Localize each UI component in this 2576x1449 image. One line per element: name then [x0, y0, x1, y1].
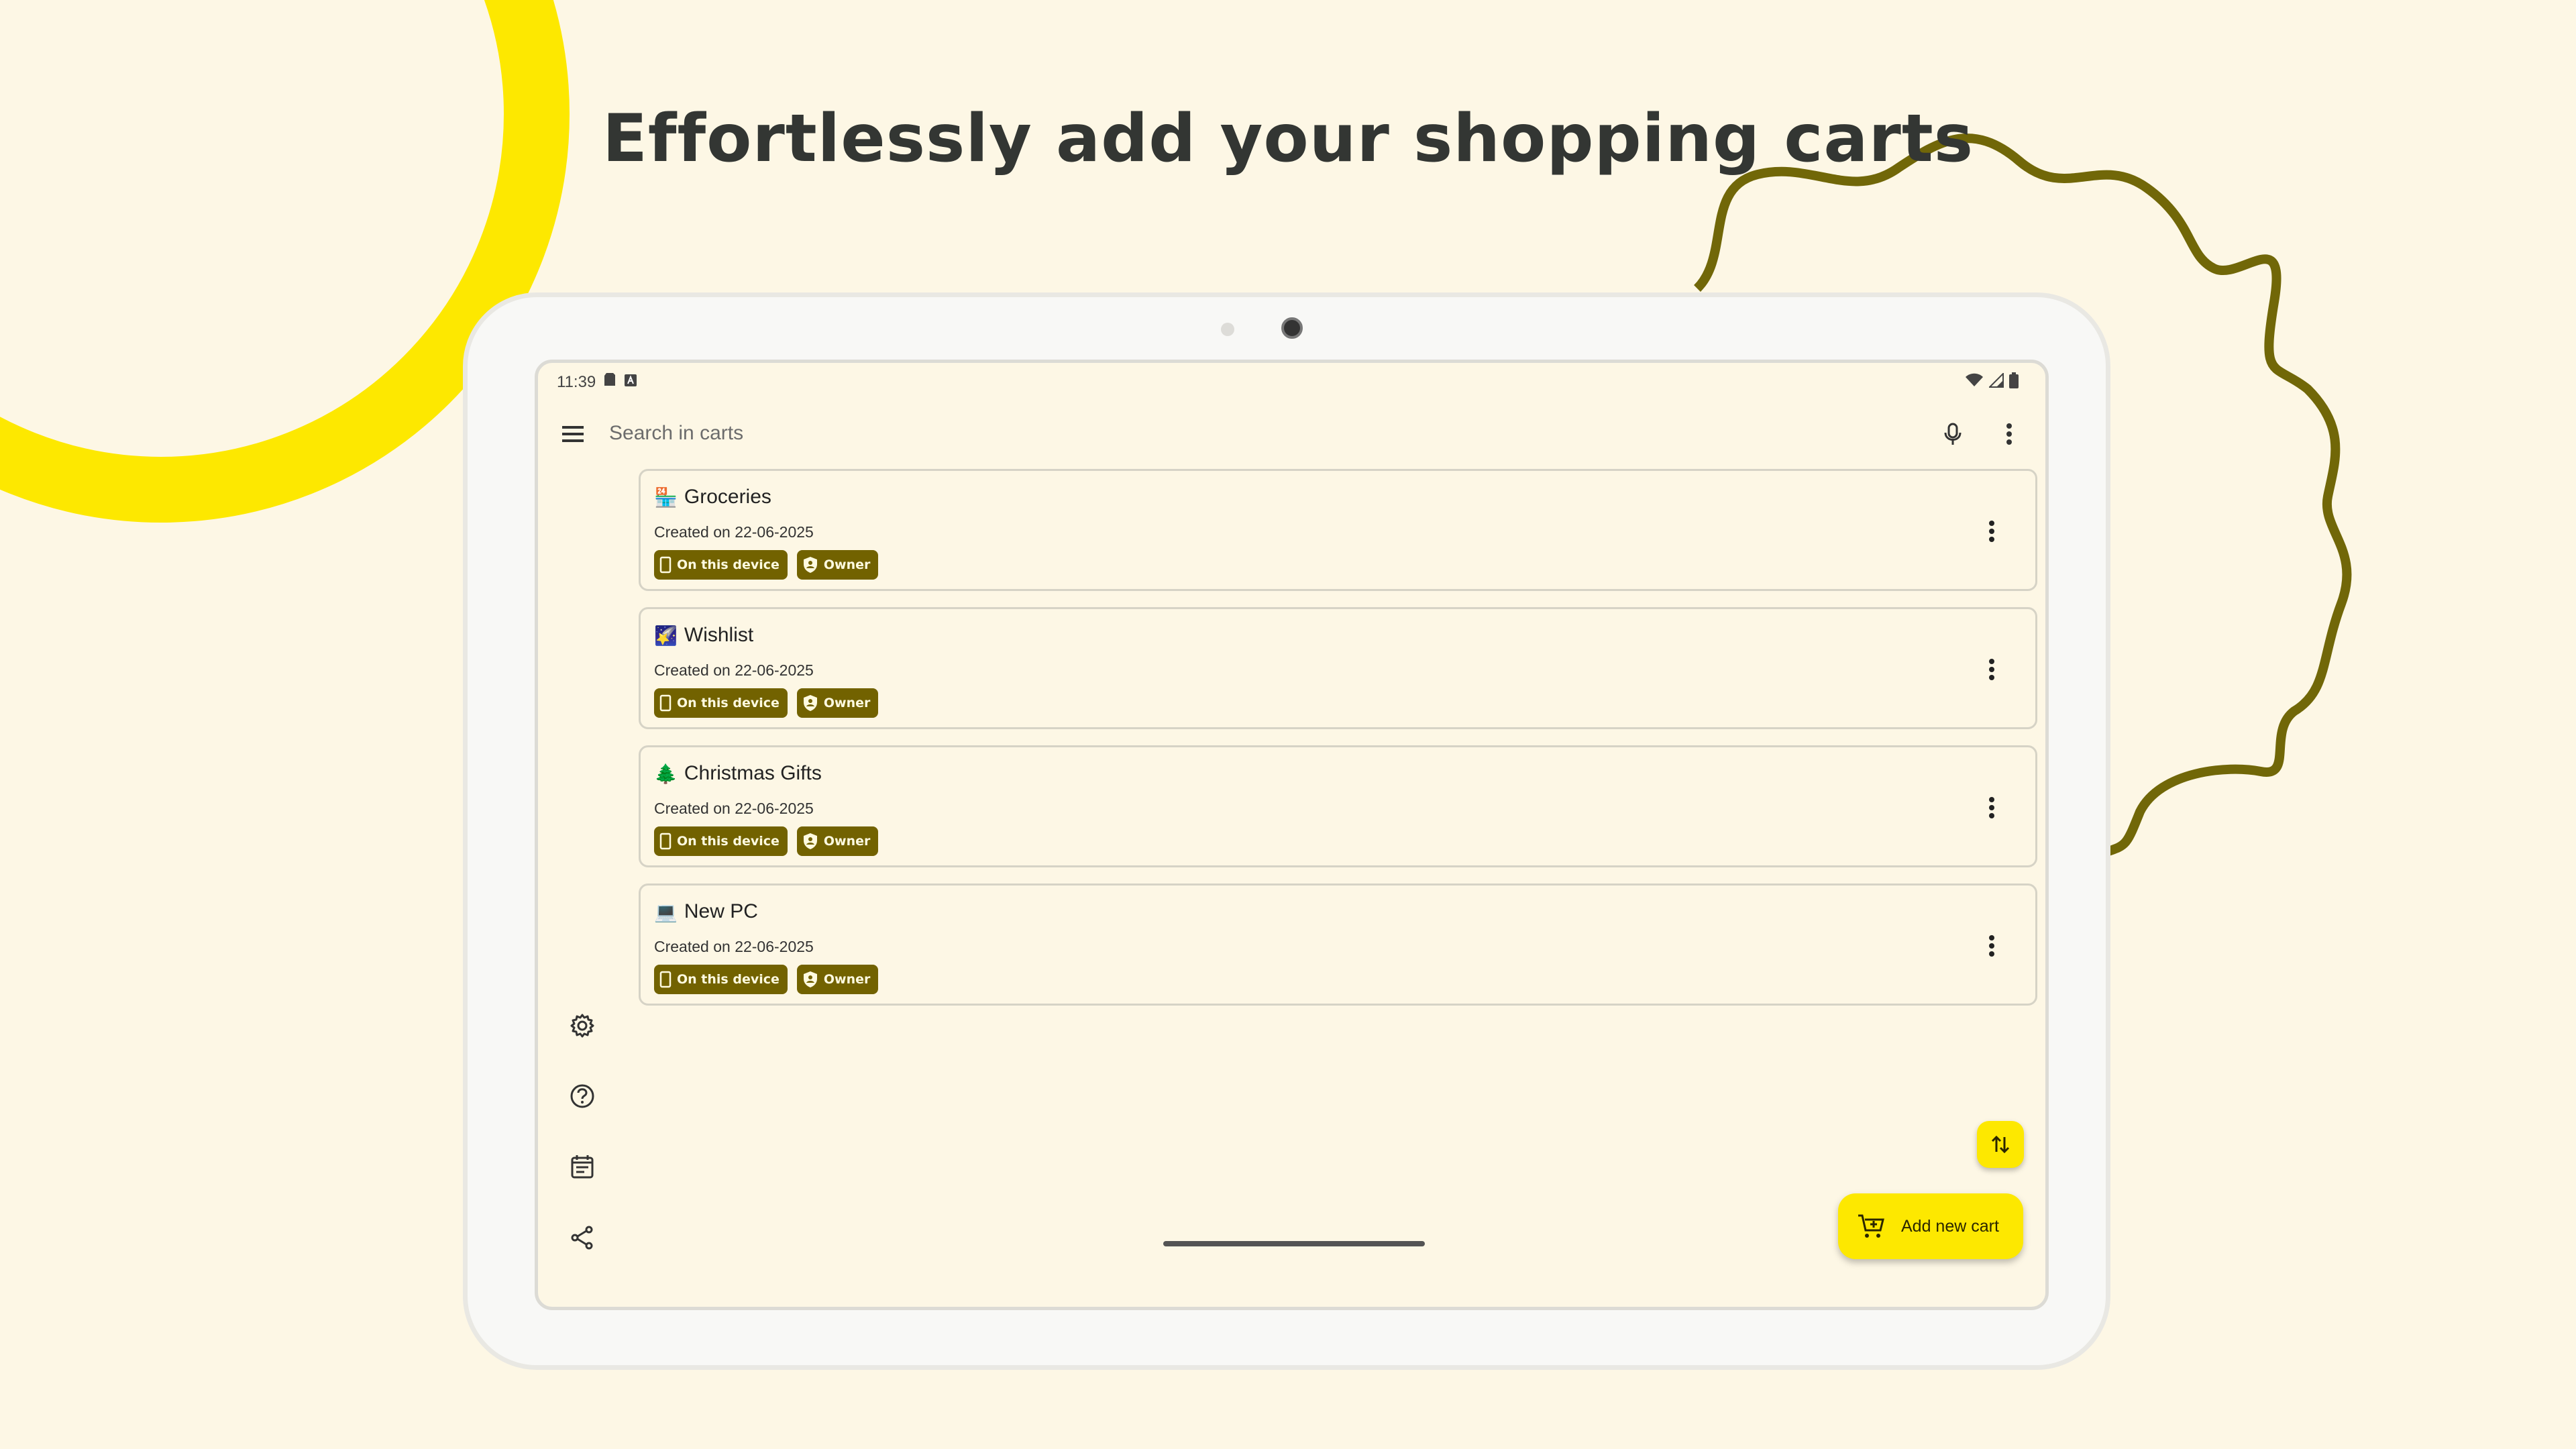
- search-bar: [538, 403, 2045, 464]
- settings-button[interactable]: [564, 1007, 601, 1044]
- voice-search-button[interactable]: [1934, 415, 1972, 453]
- phone-icon: [659, 971, 672, 988]
- mic-icon: [1944, 423, 1962, 445]
- shield-person-icon: [803, 695, 817, 711]
- shield-person-icon: [803, 557, 817, 573]
- chip-label: On this device: [677, 557, 780, 572]
- cart-options-button[interactable]: [1975, 513, 2008, 550]
- cart-options-button[interactable]: [1975, 927, 2008, 965]
- status-bar-left: 11:39: [557, 372, 637, 392]
- more-vert-icon: [1989, 935, 1994, 957]
- chip-label: Owner: [823, 696, 871, 710]
- tree-emoji-icon: 🌲: [654, 762, 678, 785]
- share-button[interactable]: [564, 1219, 601, 1256]
- cart-chips: On this device Owner: [654, 688, 879, 718]
- cart-list: 🏪 Groceries Created on 22-06-2025 On thi…: [639, 469, 2037, 1022]
- more-vert-icon: [1989, 659, 1994, 680]
- chip-label: Owner: [823, 834, 871, 849]
- a-icon: [624, 373, 637, 392]
- shield-person-icon: [803, 833, 817, 849]
- cart-card[interactable]: 💻 New PC Created on 22-06-2025 On this d…: [639, 883, 2037, 1006]
- chip-label: Owner: [823, 972, 871, 987]
- status-bar-right: [1965, 372, 2019, 392]
- phone-icon: [659, 833, 672, 850]
- owner-chip: Owner: [796, 550, 879, 580]
- on-device-chip: On this device: [654, 965, 788, 994]
- overflow-menu-button[interactable]: [1990, 415, 2028, 453]
- cart-title: 🌠 Wishlist: [654, 624, 753, 647]
- chip-label: Owner: [823, 557, 871, 572]
- calendar-icon: [571, 1155, 594, 1179]
- shield-person-icon: [803, 971, 817, 987]
- more-vert-icon: [1989, 797, 1994, 818]
- cart-chips: On this device Owner: [654, 826, 879, 856]
- cart-options-button[interactable]: [1975, 789, 2008, 826]
- cart-card[interactable]: 🌠 Wishlist Created on 22-06-2025 On this…: [639, 607, 2037, 729]
- cart-title: 🌲 Christmas Gifts: [654, 762, 822, 785]
- add-shopping-cart-icon: [1858, 1214, 1884, 1238]
- cart-options-button[interactable]: [1975, 651, 2008, 688]
- phone-icon: [659, 556, 672, 574]
- cart-created-date: Created on 22-06-2025: [654, 523, 814, 541]
- yellow-ring-decoration: [0, 0, 570, 523]
- cart-title: 💻 New PC: [654, 900, 758, 923]
- owner-chip: Owner: [796, 965, 879, 994]
- on-device-chip: On this device: [654, 550, 788, 580]
- help-button[interactable]: [564, 1077, 601, 1115]
- share-icon: [571, 1226, 593, 1250]
- cart-name: Christmas Gifts: [684, 762, 822, 784]
- cart-name: New PC: [684, 900, 758, 922]
- swap-vert-icon: [1991, 1135, 2010, 1154]
- front-camera: [1281, 317, 1303, 339]
- cart-card[interactable]: 🏪 Groceries Created on 22-06-2025 On thi…: [639, 469, 2037, 591]
- calendar-button[interactable]: [564, 1148, 601, 1185]
- cart-name: Groceries: [684, 486, 771, 508]
- status-time: 11:39: [557, 372, 596, 391]
- on-device-chip: On this device: [654, 688, 788, 718]
- phone-icon: [659, 694, 672, 712]
- tablet-frame: 11:39 Search in carts 🏪 Groceries Create…: [463, 292, 2110, 1370]
- battery-icon: [2009, 372, 2019, 392]
- settings-icon: [570, 1014, 594, 1038]
- owner-chip: Owner: [796, 688, 879, 718]
- add-new-cart-label: Add new cart: [1901, 1216, 1999, 1236]
- store-emoji-icon: 🏪: [654, 486, 678, 508]
- search-input[interactable]: [608, 414, 1617, 453]
- chip-label: On this device: [677, 696, 780, 710]
- cart-card[interactable]: 🌲 Christmas Gifts Created on 22-06-2025 …: [639, 745, 2037, 867]
- cart-created-date: Created on 22-06-2025: [654, 661, 814, 679]
- cart-created-date: Created on 22-06-2025: [654, 800, 814, 817]
- sort-fab[interactable]: [1977, 1121, 2024, 1168]
- more-vert-icon: [2006, 423, 2012, 445]
- sd-card-icon: [604, 372, 616, 392]
- sensor-dot: [1221, 323, 1234, 336]
- gesture-home-bar[interactable]: [1163, 1241, 1425, 1246]
- chip-label: On this device: [677, 834, 780, 849]
- cart-title: 🏪 Groceries: [654, 486, 771, 508]
- on-device-chip: On this device: [654, 826, 788, 856]
- more-vert-icon: [1989, 521, 1994, 542]
- laptop-emoji-icon: 💻: [654, 900, 678, 923]
- page-headline: Effortlessly add your shopping carts: [602, 101, 1974, 177]
- cart-name: Wishlist: [684, 624, 754, 646]
- add-new-cart-button[interactable]: Add new cart: [1838, 1193, 2023, 1259]
- owner-chip: Owner: [796, 826, 879, 856]
- chip-label: On this device: [677, 972, 780, 987]
- cart-created-date: Created on 22-06-2025: [654, 938, 814, 955]
- app-screen: 11:39 Search in carts 🏪 Groceries Create…: [535, 360, 2049, 1310]
- cart-chips: On this device Owner: [654, 550, 879, 580]
- menu-button[interactable]: [557, 418, 589, 450]
- cart-chips: On this device Owner: [654, 965, 879, 994]
- help-icon: [570, 1084, 594, 1108]
- menu-icon: [562, 426, 584, 442]
- wifi-icon: [1965, 373, 1984, 391]
- signal-icon: [1988, 372, 2004, 391]
- shooting-star-emoji-icon: 🌠: [654, 624, 678, 647]
